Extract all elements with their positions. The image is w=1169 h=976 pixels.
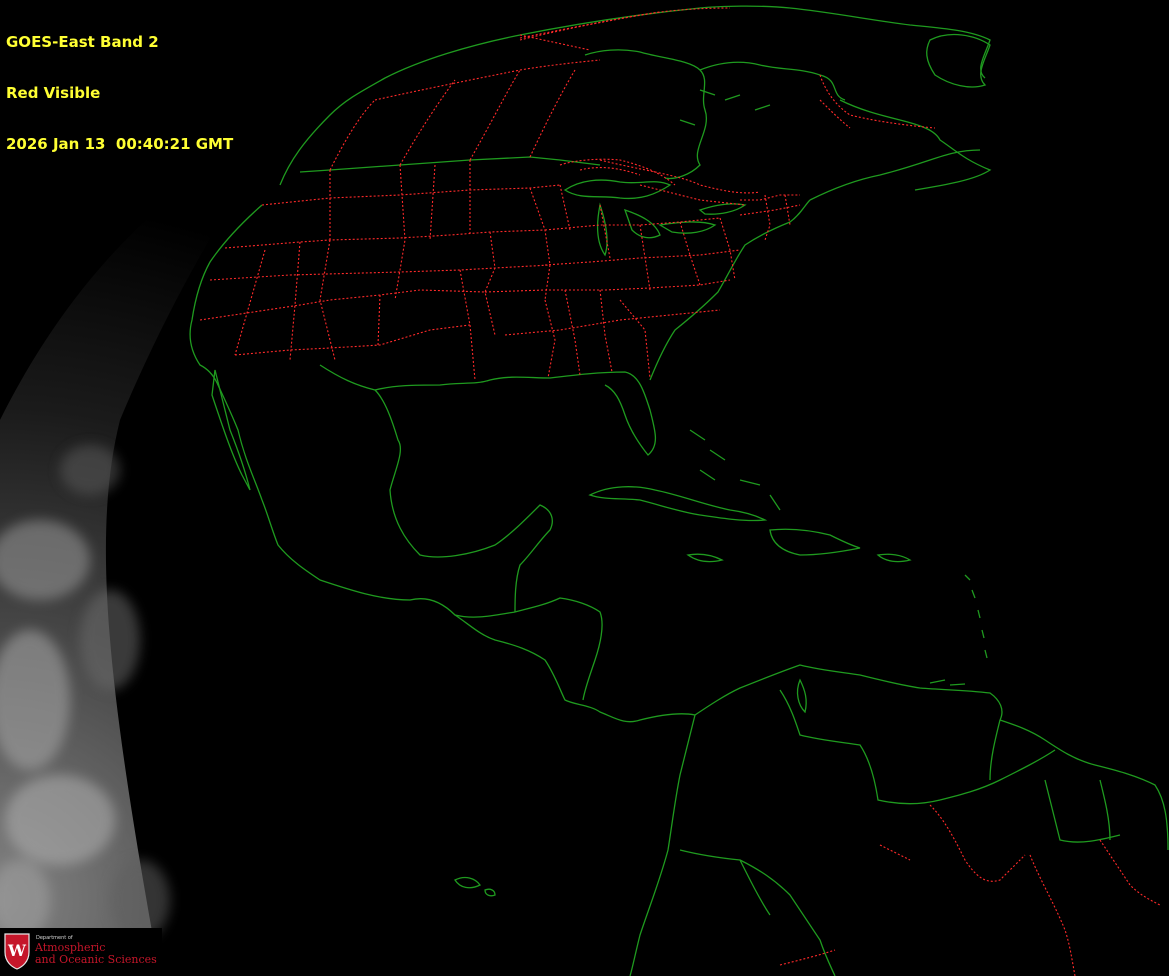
header-satellite-band: GOES-East Band 2 (6, 33, 159, 51)
satellite-image-viewer: GOES-East Band 2 Red Visible 2026 Jan 13… (0, 0, 1169, 976)
political-borders (199, 7, 1161, 976)
logo-dept-line2: and Oceanic Sciences (35, 953, 157, 966)
header-timestamp: 2026 Jan 13 00:40:21 GMT (6, 135, 234, 153)
aos-logo: W Department of Atmospheric and Oceanic … (0, 928, 162, 976)
crest-letter: W (7, 941, 27, 960)
uw-crest-icon: W (4, 933, 30, 970)
header-band-name: Red Visible (6, 84, 101, 102)
coastlines (189, 5, 1169, 976)
image-header: GOES-East Band 2 Red Visible 2026 Jan 13… (6, 0, 233, 187)
